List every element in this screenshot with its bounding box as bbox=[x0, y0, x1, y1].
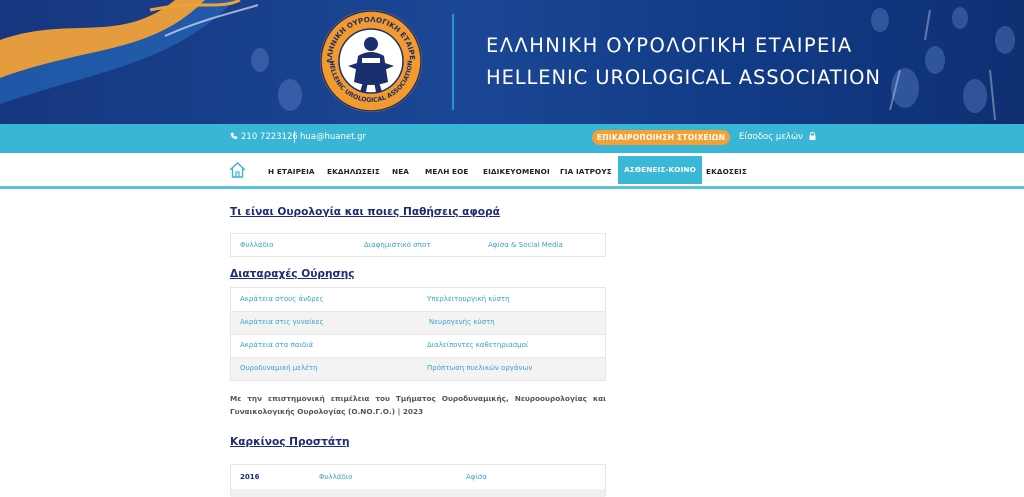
link-intermittent-catheterization[interactable]: Διαλείποντες καθετηριασμοί bbox=[427, 341, 528, 349]
site-title-greek: ΕΛΛΗΝΙΚΗ ΟΥΡΟΛΟΓΙΚΗ ΕΤΑΙΡΕΙΑ bbox=[486, 34, 853, 57]
home-icon[interactable] bbox=[229, 162, 246, 178]
row-divider bbox=[231, 334, 605, 335]
member-login-link[interactable]: Είσοδος μελών bbox=[739, 132, 816, 142]
email-link[interactable]: hua@huanet.gr bbox=[300, 132, 366, 142]
section-title-prostate-cancer[interactable]: Καρκίνος Προστάτη bbox=[230, 436, 350, 448]
link-pelvic-prolapse[interactable]: Πρόπτωση πυελικών οργάνων bbox=[427, 364, 532, 372]
year-label: 2016 bbox=[240, 473, 260, 481]
hua-logo[interactable]: ΕΛΛΗΝΙΚΗ ΟΥΡΟΛΟΓΙΚΗ ΕΤΑΙΡΕΙΑ HELLENIC UR… bbox=[318, 8, 424, 114]
nav-item-patients[interactable]: ΑΣΘΕΝΕΙΣ-ΚΟΙΝΟ bbox=[618, 156, 702, 184]
link-urodynamic-study[interactable]: Ουροδυναμική μελέτη bbox=[240, 364, 318, 372]
nav-item-news[interactable]: ΝΕΑ bbox=[392, 167, 409, 176]
row-divider bbox=[231, 311, 605, 312]
row-divider bbox=[231, 357, 605, 358]
link-incontinence-children[interactable]: Ακράτεια στα παιδιά bbox=[240, 341, 313, 349]
link-ad-spot[interactable]: Διαφημιστικό σποτ bbox=[364, 241, 430, 249]
nav-item-publications[interactable]: ΕΚΔΟΣΕΙΣ bbox=[706, 167, 747, 176]
link-prostate-brochure[interactable]: Φυλλάδιο bbox=[319, 473, 352, 481]
link-incontinence-men[interactable]: Ακράτεια στους άνδρες bbox=[240, 295, 324, 303]
nav-underline bbox=[0, 186, 1024, 189]
member-login-label: Είσοδος μελών bbox=[739, 132, 803, 142]
editorial-note: Με την επιστημονική επιμέλεια του Τμήματ… bbox=[230, 394, 606, 416]
row-divider bbox=[231, 489, 605, 497]
phone-text: 210 7223126 bbox=[241, 132, 298, 142]
link-poster-social[interactable]: Αφίσα & Social Media bbox=[488, 241, 563, 249]
urology-links-table: Φυλλάδιο Διαφημιστικό σποτ Αφίσα & Socia… bbox=[230, 233, 606, 257]
section-title-urination[interactable]: Διαταραχές Ούρησης bbox=[230, 268, 355, 280]
link-prostate-poster[interactable]: Αφίσα bbox=[466, 473, 487, 481]
update-details-button[interactable]: ΕΠΙΚΑΙΡΟΠΟΙΗΣΗ ΣΤΟΙΧΕΙΩΝ bbox=[592, 130, 730, 145]
nav-item-residents[interactable]: ΕΙΔΙΚΕΥΟΜΕΝΟΙ bbox=[483, 167, 550, 176]
urination-links-table: Ακράτεια στους άνδρες Υπερλειτουργική κύ… bbox=[230, 287, 606, 381]
banner-decoration bbox=[0, 0, 1015, 121]
site-banner: ΕΛΛΗΝΙΚΗ ΟΥΡΟΛΟΓΙΚΗ ΕΤΑΙΡΕΙΑ HELLENIC UR… bbox=[0, 0, 1024, 124]
contact-separator bbox=[294, 131, 295, 143]
nav-item-doctors[interactable]: ΓΙΑ ΙΑΤΡΟΥΣ bbox=[560, 167, 612, 176]
section-title-urology[interactable]: Τι είναι Ουρολογία και ποιες Παθήσεις αφ… bbox=[230, 206, 500, 218]
main-nav: Η ΕΤΑΙΡΕΙΑ ΕΚΔΗΛΩΣΕΙΣ ΝΕΑ ΜΕΛΗ ΕΟΕ ΕΙΔΙΚ… bbox=[0, 153, 1024, 187]
link-brochure[interactable]: Φυλλάδιο bbox=[240, 241, 273, 249]
banner-divider bbox=[452, 14, 454, 110]
site-title-english: HELLENIC UROLOGICAL ASSOCIATION bbox=[486, 66, 881, 89]
link-neurogenic-bladder[interactable]: Νευρογενής κύστη bbox=[429, 318, 495, 326]
nav-item-events[interactable]: ΕΚΔΗΛΩΣΕΙΣ bbox=[327, 167, 380, 176]
link-overactive-bladder[interactable]: Υπερλειτουργική κύστη bbox=[427, 295, 510, 303]
contact-strip: 210 7223126 hua@huanet.gr ΕΠΙΚΑΙΡΟΠΟΙΗΣΗ… bbox=[0, 124, 1024, 153]
phone-number[interactable]: 210 7223126 bbox=[230, 132, 298, 142]
nav-item-company[interactable]: Η ΕΤΑΙΡΕΙΑ bbox=[268, 167, 315, 176]
lock-icon bbox=[809, 132, 816, 140]
prostate-links-table: 2016 Φυλλάδιο Αφίσα bbox=[230, 464, 606, 497]
phone-icon bbox=[230, 132, 238, 140]
nav-item-members[interactable]: ΜΕΛΗ ΕΟΕ bbox=[425, 167, 469, 176]
link-incontinence-women[interactable]: Ακράτεια στις γυναίκες bbox=[240, 318, 324, 326]
